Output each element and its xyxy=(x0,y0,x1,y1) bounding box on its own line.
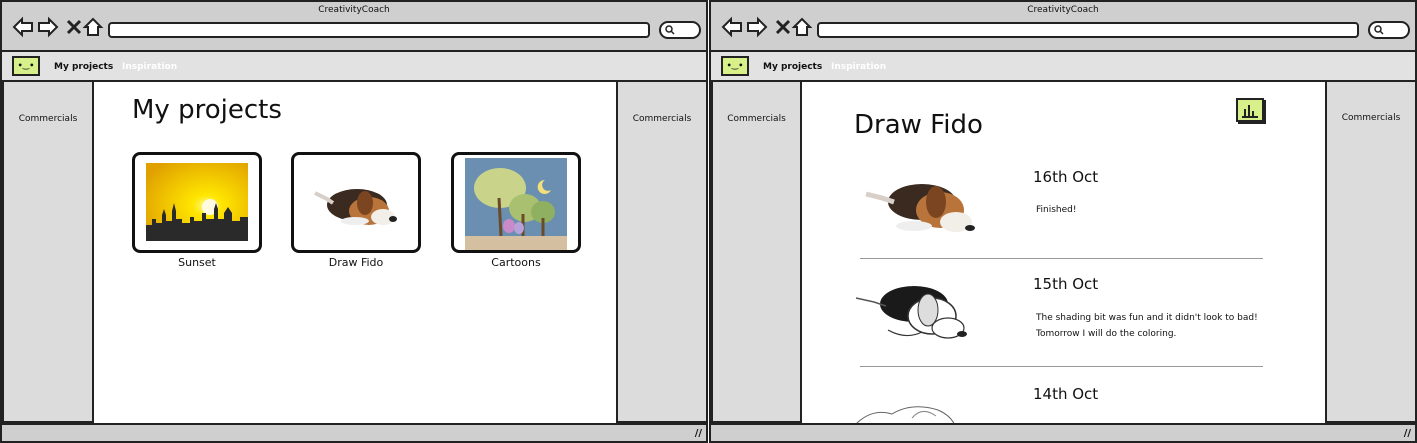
search-icon xyxy=(1374,25,1384,35)
resize-grip-icon[interactable]: // xyxy=(695,428,702,439)
search-field[interactable] xyxy=(659,21,701,39)
menu-my-projects[interactable]: My projects xyxy=(763,62,822,72)
window-title: CreativityCoach xyxy=(1027,5,1099,15)
title-bar: CreativityCoach xyxy=(711,2,1415,52)
search-icon xyxy=(665,25,675,35)
window-title: CreativityCoach xyxy=(318,5,390,15)
page-title: Draw Fido xyxy=(854,110,983,140)
project-label[interactable]: Cartoons xyxy=(451,256,581,269)
project-detail-content: Draw Fido 16th Oct Finished! 15th Oct Th… xyxy=(802,82,1325,423)
forward-arrow-icon[interactable] xyxy=(37,16,59,38)
project-label[interactable]: Draw Fido xyxy=(291,256,421,269)
sidebar-left-ads: Commercials xyxy=(711,82,802,423)
entry-date: 15th Oct xyxy=(1033,275,1099,293)
entry-image-sketch xyxy=(856,406,955,423)
commercials-label: Commercials xyxy=(18,114,78,124)
menu-inspiration[interactable]: Inspiration xyxy=(122,62,177,72)
project-card-draw-fido[interactable] xyxy=(291,152,421,253)
back-arrow-icon[interactable] xyxy=(12,16,34,38)
menu-bar: •‿• My projects Inspiration xyxy=(2,52,706,82)
entry-image-shaded xyxy=(855,286,967,339)
menu-inspiration[interactable]: Inspiration xyxy=(831,62,886,72)
forward-arrow-icon[interactable] xyxy=(746,16,768,38)
entry-date: 14th Oct xyxy=(1033,385,1099,403)
resize-grip-icon[interactable]: // xyxy=(1404,428,1411,439)
entry-date: 16th Oct xyxy=(1033,168,1099,186)
cartoon-thumbnail xyxy=(465,158,567,250)
entry-note: Finished! xyxy=(1036,205,1077,215)
project-card-cartoons[interactable] xyxy=(451,152,581,253)
entry-note: The shading bit was fun and it didn't lo… xyxy=(1036,313,1258,323)
search-field[interactable] xyxy=(1368,21,1410,39)
commercials-label: Commercials xyxy=(1341,113,1401,123)
address-bar[interactable] xyxy=(108,22,650,38)
commercials-label: Commercials xyxy=(632,114,692,124)
commercials-label: Commercials xyxy=(727,114,786,124)
page-title: My projects xyxy=(132,95,282,125)
project-label[interactable]: Sunset xyxy=(132,256,262,269)
projects-content: My projects Sunset Draw Fido Cartoons xyxy=(94,82,616,423)
app-logo[interactable]: •‿• xyxy=(721,56,749,76)
entry-image-colored xyxy=(865,184,975,232)
menu-my-projects[interactable]: My projects xyxy=(54,62,113,72)
status-bar: // xyxy=(711,423,1415,441)
home-icon[interactable] xyxy=(791,16,813,38)
app-logo[interactable]: •‿• xyxy=(12,56,40,76)
sidebar-right-ads: Commercials xyxy=(616,82,706,423)
sidebar-left-ads: Commercials xyxy=(2,82,94,423)
address-bar[interactable] xyxy=(817,22,1359,38)
back-arrow-icon[interactable] xyxy=(721,16,743,38)
browser-window-projects: CreativityCoach •‿• My projects Inspirat… xyxy=(0,0,708,443)
menu-bar: •‿• My projects Inspiration xyxy=(711,52,1415,82)
dog-thumbnail xyxy=(314,189,397,225)
entry-note: Tomorrow I will do the coloring. xyxy=(1036,329,1177,339)
entry-divider xyxy=(860,258,1263,259)
sidebar-right-ads: Commercials xyxy=(1325,82,1415,423)
sunset-thumbnail xyxy=(146,163,248,241)
browser-window-draw-fido: CreativityCoach •‿• My projects Inspirat… xyxy=(709,0,1417,443)
project-card-sunset[interactable] xyxy=(132,152,262,253)
chart-icon[interactable] xyxy=(1236,98,1264,122)
title-bar: CreativityCoach xyxy=(2,2,706,52)
entry-divider xyxy=(860,366,1263,367)
home-icon[interactable] xyxy=(82,16,104,38)
status-bar: // xyxy=(2,423,706,441)
